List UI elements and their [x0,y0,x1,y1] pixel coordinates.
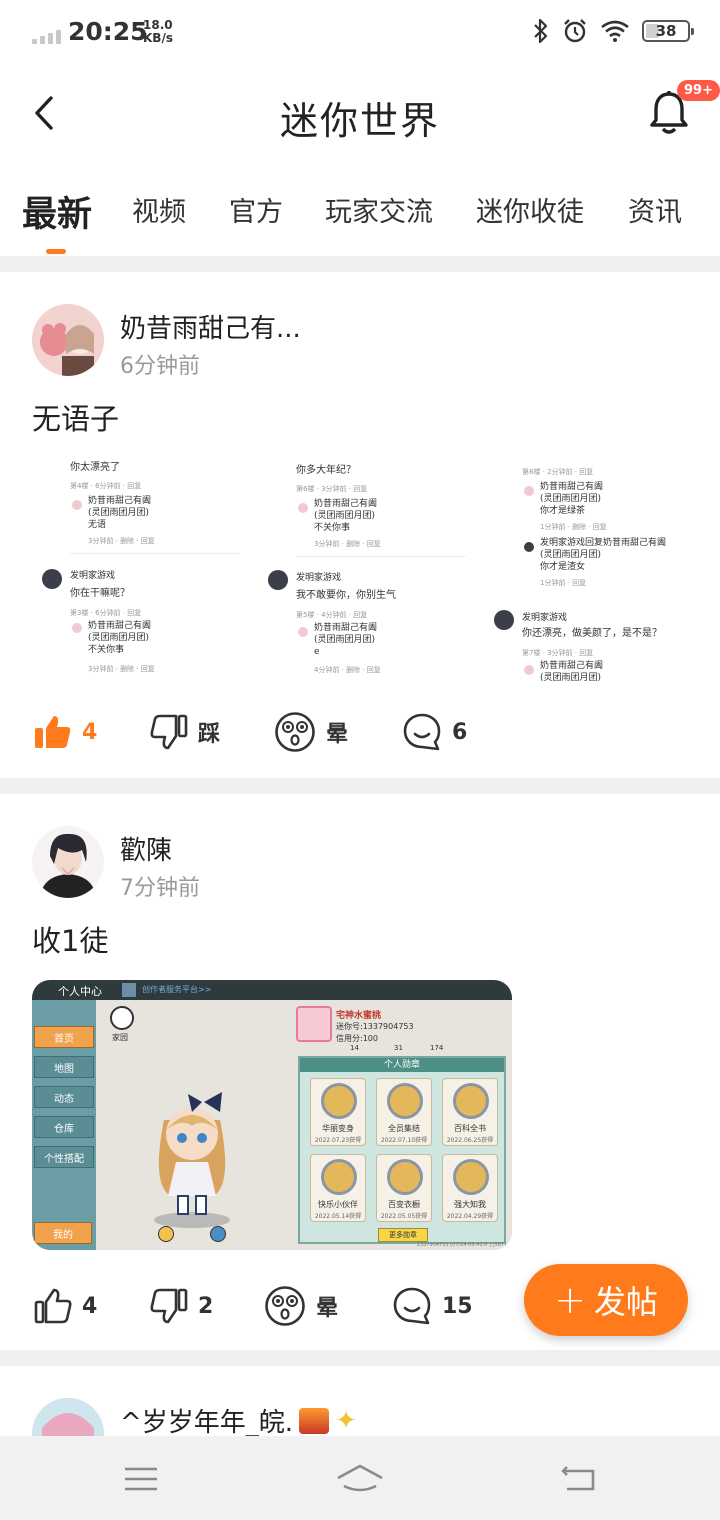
return-icon [561,1466,595,1491]
sparkles-icon: ✦ [335,1405,357,1436]
post-image[interactable]: 你多大年纪？ 第6楼 · 3分钟前 · 回复 奶昔雨甜己有阖 (灵团雨团月团) … [258,460,474,682]
comment-count: 6 [452,719,468,745]
post-author-row[interactable]: ^岁岁年年_皖. ✦ [120,1402,357,1437]
avatar-image [32,1398,104,1436]
post-image-strip[interactable]: 你太漂亮了 第4楼 · 6分钟前 · 回复 奶昔雨甜己有阖 (灵团雨团月团) 无… [32,460,692,682]
dizzy-button[interactable]: 晕 [274,702,348,762]
menu-icon [125,1467,157,1491]
post-image[interactable]: 个人中心 创作者服务平台>> 首页 地图 动态 仓库 个性搭配 我的 家园 宅神… [32,980,512,1250]
notification-badge: 99+ [677,80,720,101]
post-time: 6分钟前 [120,354,200,379]
plus-icon: + [554,1278,586,1322]
dizzy-label: 晕 [316,1296,339,1321]
post-time: 7分钟前 [120,876,200,901]
post-author: ^岁岁年年_皖. [120,1408,294,1436]
menu-button[interactable] [116,1454,166,1504]
post-image[interactable]: 你太漂亮了 第4楼 · 6分钟前 · 回复 奶昔雨甜己有阖 (灵团雨团月团) 无… [32,460,248,682]
like-button[interactable]: 4 [34,702,97,762]
comment-count: 15 [442,1293,473,1319]
game-top-bar: 个人中心 创作者服务平台>> [32,980,512,1000]
tab-video[interactable]: 视频 [132,190,186,229]
like-button[interactable]: 4 [34,1276,97,1336]
edit-icon [158,1226,174,1242]
comment-icon [403,713,441,751]
thumbs-up-icon [34,1288,72,1324]
bluetooth-icon [534,18,548,44]
comment-button[interactable]: 15 [392,1276,473,1336]
home-icon [337,1464,383,1492]
tab-official[interactable]: 官方 [229,190,283,229]
lock-icon [210,1226,226,1242]
avatar[interactable] [32,1398,104,1436]
post-actions: 4 踩 晕 6 [0,702,720,762]
comment-icon [393,1287,431,1325]
divider [0,256,720,272]
dizzy-face-icon [265,1286,305,1326]
wifi-icon [601,20,629,42]
game-character [154,1092,230,1228]
app-header: 迷你世界 [0,66,720,166]
tab-player-exchange[interactable]: 玩家交流 [325,190,433,229]
dizzy-face-icon [275,712,315,752]
new-post-label: 发帖 [593,1283,658,1321]
avatar-image [32,826,104,898]
tab-latest[interactable]: 最新 [22,186,92,237]
avatar-image [32,304,104,376]
alarm-icon [564,19,586,43]
dizzy-label: 晕 [326,722,349,747]
network-speed: 18.0 KB/s [143,18,173,45]
game-sidebar: 首页 地图 动态 仓库 个性搭配 我的 [32,1000,96,1250]
post-card[interactable]: ^岁岁年年_皖. ✦ [0,1366,720,1436]
avatar[interactable] [32,304,104,376]
post-text: 收1徒 [32,924,109,958]
thumbs-down-icon [150,1288,188,1324]
like-count: 4 [82,1293,98,1319]
tab-news[interactable]: 资讯 [628,190,682,229]
post-author[interactable]: 歡陳 [120,830,172,867]
thumbs-down-icon [150,714,188,750]
player-avatar [296,1006,332,1042]
tab-apprentice[interactable]: 迷你收徒 [476,190,584,229]
dislike-label: 踩 [198,722,221,747]
status-bar: 20:25 18.0 KB/s 38 [0,0,720,66]
thumbs-up-icon [35,716,71,748]
divider [0,1350,720,1366]
divider [0,778,720,794]
post-text: 无语子 [32,402,120,436]
signal-icon [32,30,61,44]
back-nav-button[interactable] [554,1454,604,1504]
status-time: 20:25 [68,17,148,46]
like-count: 4 [82,719,98,745]
home-button[interactable] [335,1454,385,1504]
new-post-button[interactable]: + 发帖 [524,1264,688,1336]
page-title: 迷你世界 [279,99,440,143]
avatar[interactable] [32,826,104,898]
post-image[interactable]: 第8楼 · 2分钟前 · 回复 奶昔雨甜己有阖 (灵团雨团月团) 你才是绿茶 1… [484,460,692,682]
battery-icon: 38 [642,20,694,42]
status-icons: 38 [532,18,694,44]
dislike-button[interactable]: 踩 [150,702,220,762]
post-author[interactable]: 奶昔雨甜己有... [120,308,301,345]
post-card[interactable]: 奶昔雨甜己有... 6分钟前 无语子 你太漂亮了 第4楼 · 6分钟前 · 回复… [0,272,720,778]
active-tab-indicator [46,249,66,254]
category-tabs: 最新 视频 官方 玩家交流 迷你收徒 资讯 [0,176,720,256]
dizzy-button[interactable]: 晕 [264,1276,338,1336]
fireworks-icon [299,1407,330,1434]
comment-button[interactable]: 6 [402,702,467,762]
dislike-button[interactable]: 2 [150,1276,213,1336]
system-nav-bar [0,1436,720,1520]
medal-panel: 个人勋章 华丽变身 2022.07.23获得 全员集结 2022.07.10获得 百… [298,1056,506,1244]
dislike-count: 2 [198,1293,214,1319]
